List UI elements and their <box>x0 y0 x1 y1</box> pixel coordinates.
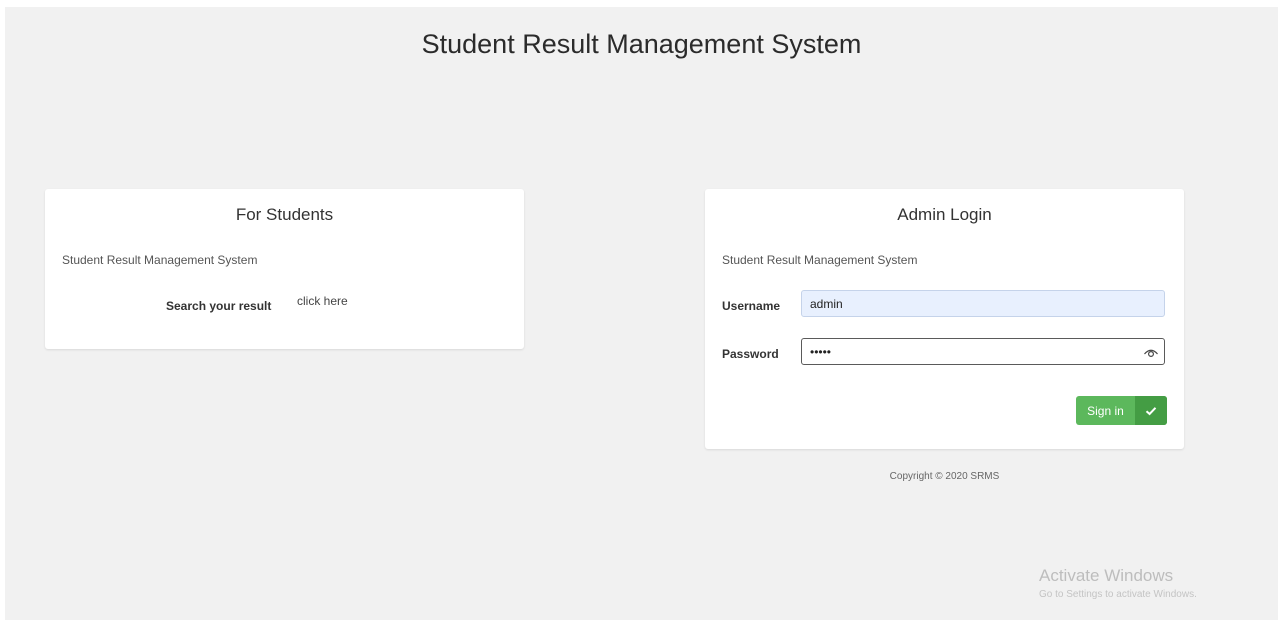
page-viewport: Student Result Management System For Stu… <box>5 7 1278 620</box>
username-label: Username <box>722 299 781 313</box>
check-icon <box>1135 396 1167 425</box>
activate-windows-title: Activate Windows <box>1039 566 1174 585</box>
copyright-text: Copyright © 2020 SRMS <box>889 471 1000 482</box>
students-card-title: For Students <box>235 205 334 224</box>
password-field[interactable] <box>801 338 1165 365</box>
admin-login-card: Admin Login Student Result Management Sy… <box>705 189 1184 449</box>
sign-in-button[interactable]: Sign in <box>1076 396 1167 425</box>
eye-icon[interactable] <box>1143 345 1159 359</box>
activate-windows-subtitle: Go to Settings to activate Windows. <box>1039 589 1197 600</box>
admin-login-subtitle: Student Result Management System <box>722 253 918 267</box>
students-card: For Students Student Result Management S… <box>45 189 524 349</box>
page-title: Student Result Management System <box>421 29 862 59</box>
search-result-link[interactable]: click here <box>297 294 348 308</box>
students-card-subtitle: Student Result Management System <box>62 253 258 267</box>
sign-in-label: Sign in <box>1087 403 1124 418</box>
username-field[interactable] <box>801 290 1165 317</box>
admin-login-title: Admin Login <box>897 205 992 224</box>
password-label: Password <box>722 347 779 361</box>
search-result-label: Search your result <box>166 299 272 313</box>
